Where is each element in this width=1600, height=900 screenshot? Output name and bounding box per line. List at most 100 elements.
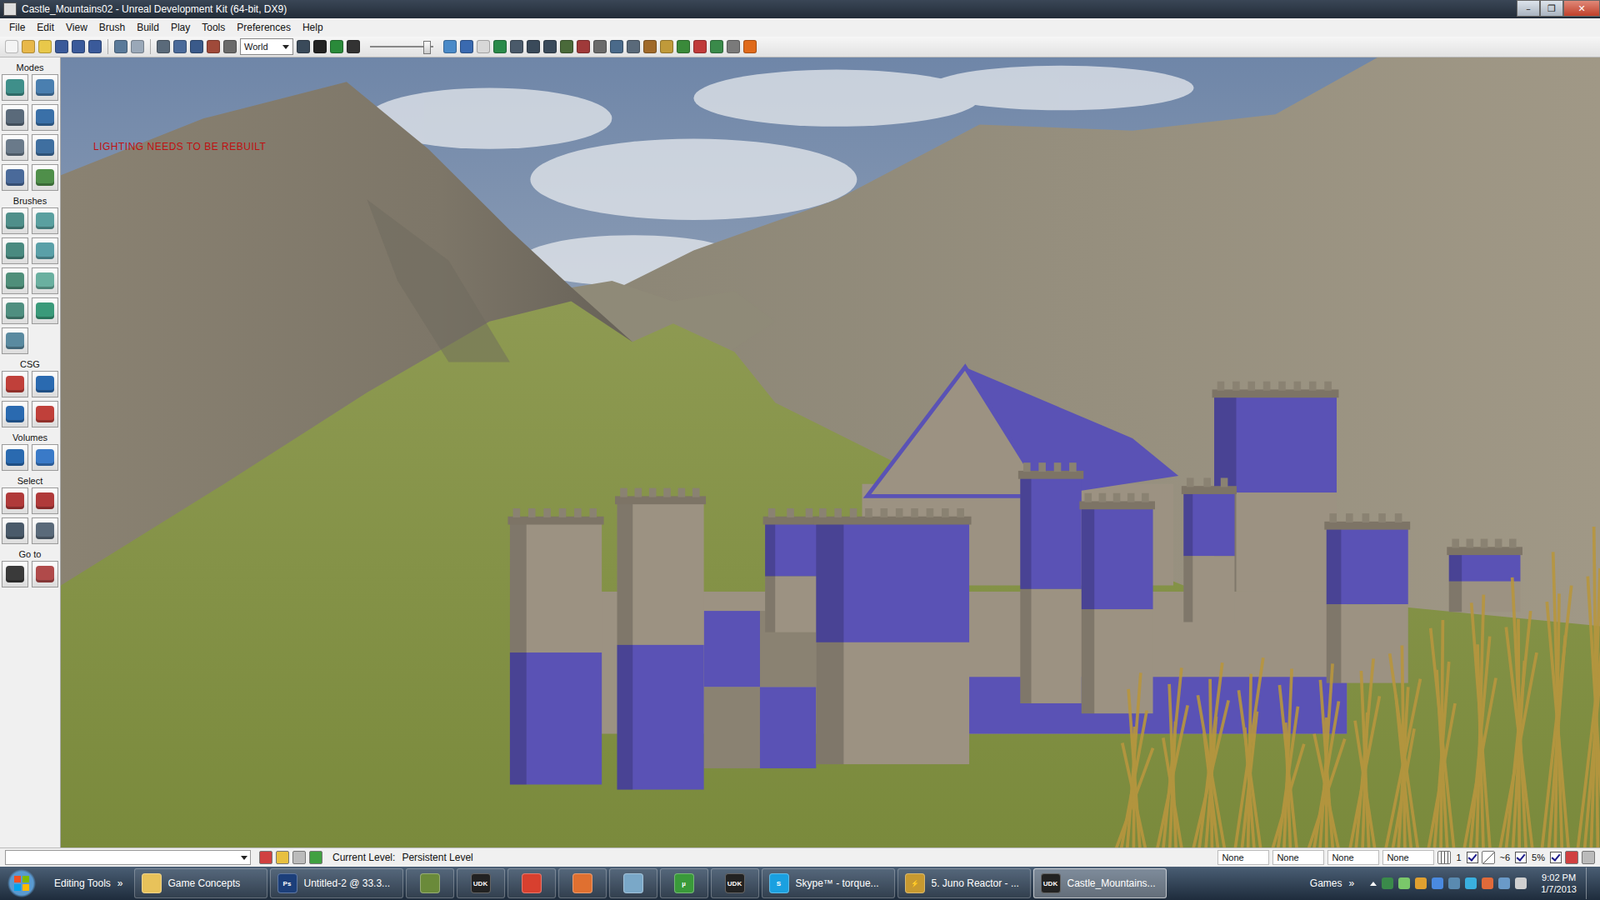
tray-icon[interactable]: [1515, 877, 1527, 890]
toolbar-icon[interactable]: [510, 40, 524, 54]
editing-tools-toolbar[interactable]: Editing Tools»: [45, 877, 132, 890]
menu-item[interactable]: View: [60, 20, 94, 35]
taskbar-item[interactable]: [405, 868, 455, 899]
toolbar-icon[interactable]: [593, 40, 607, 54]
taskbar-item[interactable]: UDK: [456, 868, 505, 899]
toolbar-icon[interactable]: [313, 40, 327, 54]
tool-button[interactable]: [1, 487, 29, 515]
taskbar-item[interactable]: UDKCastle_Mountains...: [1033, 868, 1167, 899]
toolbar-icon[interactable]: [743, 40, 757, 54]
menu-item[interactable]: File: [3, 20, 31, 35]
toolbar-icon[interactable]: [676, 40, 690, 54]
start-button[interactable]: [0, 866, 44, 900]
toolbar-icon[interactable]: [156, 40, 170, 54]
menu-item[interactable]: Play: [165, 20, 196, 35]
toolbar-icon[interactable]: [443, 40, 457, 54]
tool-button[interactable]: [31, 370, 59, 398]
toolbar-icon[interactable]: [330, 40, 344, 54]
taskbar-item[interactable]: SSkype™ - torque...: [761, 868, 895, 899]
tool-button[interactable]: [31, 237, 59, 265]
tool-button[interactable]: [31, 134, 59, 161]
toolbar-icon[interactable]: [726, 40, 740, 54]
tool-button[interactable]: [31, 74, 59, 101]
menu-item[interactable]: Tools: [195, 20, 231, 35]
scale-snap-checkbox[interactable]: [1550, 851, 1562, 864]
tool-button[interactable]: [1, 267, 29, 295]
toolbar-icon[interactable]: [610, 40, 624, 54]
taskbar-item[interactable]: [507, 868, 556, 899]
menu-item[interactable]: Help: [296, 20, 330, 35]
tool-button[interactable]: [31, 164, 59, 191]
tool-button[interactable]: [31, 267, 59, 295]
tool-button[interactable]: [31, 444, 59, 471]
toolbar-icon[interactable]: [5, 40, 19, 54]
show-desktop-button[interactable]: [1585, 867, 1597, 900]
toolbar-icon[interactable]: [543, 40, 557, 54]
menu-item[interactable]: Preferences: [230, 20, 297, 35]
taskbar-item[interactable]: µ: [660, 868, 709, 899]
tray-icon[interactable]: [1398, 877, 1410, 890]
toolbar-icon[interactable]: [38, 40, 52, 54]
toolbar-icon[interactable]: [460, 40, 474, 54]
tray-icon[interactable]: [1431, 877, 1444, 890]
toolbar-icon[interactable]: [576, 40, 590, 54]
taskbar-item[interactable]: PsUntitled-2 @ 33.3...: [270, 868, 404, 899]
tool-button[interactable]: [31, 104, 59, 131]
toolbar-icon[interactable]: [114, 40, 128, 54]
tool-button[interactable]: [1, 560, 29, 588]
toolbar-icon[interactable]: [660, 40, 674, 54]
toolbar-icon[interactable]: [71, 40, 85, 54]
tray-arrow-icon[interactable]: [1370, 881, 1377, 886]
clock[interactable]: 9:02 PM1/7/2013: [1534, 871, 1584, 896]
tool-button[interactable]: [1, 370, 29, 398]
toolbar-icon[interactable]: [130, 40, 145, 54]
status-icon[interactable]: [309, 850, 323, 865]
toolbar-icon[interactable]: [643, 40, 657, 54]
taskbar-item[interactable]: ⚡5. Juno Reactor - ...: [897, 868, 1031, 899]
taskbar-item[interactable]: Game Concepts: [134, 868, 268, 899]
toolbar-icon[interactable]: [493, 40, 507, 54]
tool-button[interactable]: [1, 104, 29, 131]
toolbar-icon[interactable]: [626, 40, 640, 54]
tool-button[interactable]: [1, 444, 29, 471]
window-control-button[interactable]: ✕: [1563, 0, 1600, 17]
toolbar-icon[interactable]: [190, 40, 204, 54]
tray-icon[interactable]: [1481, 877, 1494, 890]
tool-button[interactable]: [1, 297, 29, 325]
tool-button[interactable]: [31, 517, 59, 545]
tool-button[interactable]: [31, 560, 59, 588]
tool-button[interactable]: [31, 207, 59, 235]
status-icon[interactable]: [1581, 850, 1595, 865]
taskbar-item[interactable]: [558, 868, 607, 899]
tool-button[interactable]: [1, 207, 29, 235]
taskbar-item[interactable]: UDK: [710, 868, 760, 899]
tray-icon[interactable]: [1498, 877, 1510, 890]
tool-button[interactable]: [1, 237, 29, 265]
rotation-snap-checkbox[interactable]: [1515, 851, 1527, 864]
toolbar-icon[interactable]: [346, 40, 360, 54]
status-icon[interactable]: [1565, 850, 1579, 865]
status-icon[interactable]: [275, 850, 290, 865]
tool-button[interactable]: [1, 327, 29, 355]
toolbar-icon[interactable]: [88, 40, 102, 54]
status-icon[interactable]: [259, 850, 273, 865]
taskbar-item[interactable]: [609, 868, 658, 899]
toolbar-icon[interactable]: [21, 40, 35, 54]
tool-button[interactable]: [1, 74, 29, 101]
tool-button[interactable]: [31, 400, 59, 428]
slider-thumb[interactable]: [423, 40, 431, 55]
menu-item[interactable]: Edit: [30, 20, 60, 35]
window-control-button[interactable]: ❐: [1540, 0, 1564, 17]
toolbar-icon[interactable]: [560, 40, 574, 54]
tray-icon[interactable]: [1381, 877, 1394, 890]
coordinate-dropdown[interactable]: World: [240, 38, 294, 55]
menu-item[interactable]: Brush: [93, 20, 131, 35]
games-toolbar[interactable]: Games»: [1301, 877, 1363, 890]
toolbar-icon[interactable]: [223, 40, 237, 54]
tool-button[interactable]: [1, 517, 29, 545]
toolbar-icon[interactable]: [173, 40, 187, 54]
toolbar-icon[interactable]: [710, 40, 724, 54]
tray-icon[interactable]: [1448, 877, 1460, 890]
toolbar-icon[interactable]: [693, 40, 707, 54]
perspective-viewport[interactable]: LIGHTING NEEDS TO BE REBUILT: [60, 57, 1600, 848]
